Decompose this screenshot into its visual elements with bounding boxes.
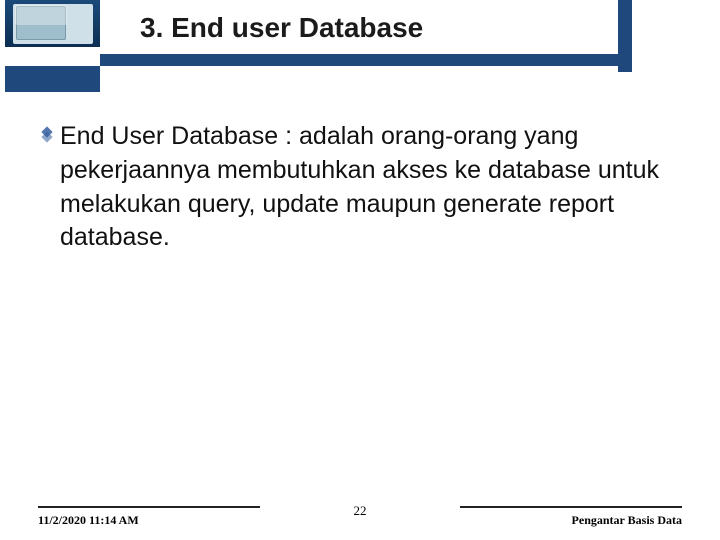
bullet-item: End User Database : adalah orang-orang y… [40,120,680,255]
title-underline [100,54,618,66]
slide-title: 3. End user Database [100,12,700,44]
bullet-text: End User Database : adalah orang-orang y… [60,120,680,255]
logo-image-placeholder [13,4,93,44]
logo-block [5,0,100,47]
diamond-bullet-icon [40,128,54,142]
footer-topic: Pengantar Basis Data [572,513,682,528]
slide: 3. End user Database End User Database :… [0,0,720,540]
body-content: End User Database : adalah orang-orang y… [40,120,680,255]
monitor-icon [16,6,66,40]
title-bar: 3. End user Database [100,12,700,72]
left-accent-block [5,66,100,92]
